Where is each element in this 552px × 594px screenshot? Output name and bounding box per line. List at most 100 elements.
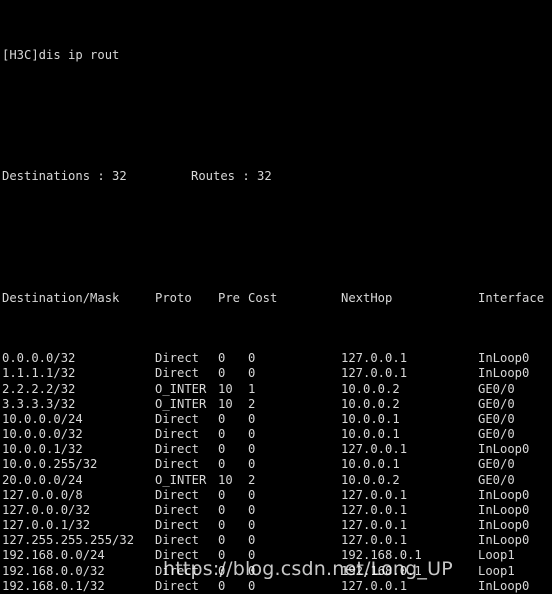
route-destination: 3.3.3.3/32 <box>2 396 76 411</box>
route-cost: 0 <box>248 533 256 548</box>
route-cost: 0 <box>248 366 256 381</box>
route-interface: Loop1 <box>478 563 515 578</box>
route-destination: 10.0.0.255/32 <box>2 457 98 472</box>
route-pre: 0 <box>218 563 226 578</box>
route-destination: 10.0.0.0/24 <box>2 411 83 426</box>
route-nexthop: 10.0.0.2 <box>341 381 400 396</box>
terminal-screen: [H3C]dis ip rout Destinations : 32 Route… <box>2 2 552 594</box>
table-row: 127.255.255.255/32 Direct 0 0 127.0.0.1 InLoo… <box>2 533 552 548</box>
route-cost: 1 <box>248 381 256 396</box>
route-destination: 0.0.0.0/32 <box>2 351 76 366</box>
route-destination: 127.255.255.255/32 <box>2 533 135 548</box>
header-cost: Cost <box>248 290 278 305</box>
destinations-count: Destinations : 32 <box>2 169 127 184</box>
route-interface: InLoop0 <box>478 533 530 548</box>
routing-table-body: 0.0.0.0/32 Direct 0 0 127.0.0.1 InLoop0 1.1.1.… <box>2 351 552 594</box>
table-row: 192.168.0.1/32 Direct 0 0 127.0.0.1 InLoop0 <box>2 579 552 594</box>
route-proto: Direct <box>155 442 200 457</box>
route-proto: O_INTER <box>155 381 207 396</box>
table-row: 127.0.0.0/32 Direct 0 0 127.0.0.1 InLoop0 <box>2 503 552 518</box>
table-row: 20.0.0.0/24 O_INTER 10 2 10.0.0.2 GE0/0 <box>2 473 552 488</box>
route-pre: 0 <box>218 457 226 472</box>
header-interface: Interface <box>478 290 545 305</box>
route-pre: 0 <box>218 518 226 533</box>
route-interface: InLoop0 <box>478 351 530 366</box>
table-row: 2.2.2.2/32 O_INTER 10 1 10.0.0.2 GE0/0 <box>2 382 552 397</box>
terminal-window[interactable]: [H3C]dis ip rout Destinations : 32 Route… <box>0 0 552 594</box>
route-nexthop: 192.168.0.1 <box>341 563 422 578</box>
route-interface: InLoop0 <box>478 366 530 381</box>
route-proto: Direct <box>155 533 200 548</box>
route-pre: 0 <box>218 351 226 366</box>
route-interface: GE0/0 <box>478 472 515 487</box>
route-nexthop: 127.0.0.1 <box>341 578 408 593</box>
route-destination: 192.168.0.0/32 <box>2 563 105 578</box>
route-proto: Direct <box>155 457 200 472</box>
route-proto: Direct <box>155 502 200 517</box>
header-destination-mask: Destination/Mask <box>2 290 120 305</box>
route-cost: 0 <box>248 563 256 578</box>
route-interface: InLoop0 <box>478 502 530 517</box>
route-pre: 0 <box>218 533 226 548</box>
route-cost: 2 <box>248 472 256 487</box>
route-pre: 0 <box>218 411 226 426</box>
header-proto: Proto <box>155 290 192 305</box>
route-interface: InLoop0 <box>478 578 530 593</box>
route-interface: GE0/0 <box>478 411 515 426</box>
route-proto: Direct <box>155 351 200 366</box>
route-interface: Loop1 <box>478 548 515 563</box>
routes-count: Routes : 32 <box>191 169 272 184</box>
table-row: 0.0.0.0/32 Direct 0 0 127.0.0.1 InLoop0 <box>2 351 552 366</box>
route-pre: 10 <box>218 396 233 411</box>
command-prompt-line: [H3C]dis ip rout <box>2 47 120 62</box>
route-nexthop: 10.0.0.1 <box>341 411 400 426</box>
table-row: 127.0.0.0/8 Direct 0 0 127.0.0.1 InLoop0 <box>2 488 552 503</box>
route-nexthop: 127.0.0.1 <box>341 351 408 366</box>
route-proto: O_INTER <box>155 396 207 411</box>
route-pre: 0 <box>218 502 226 517</box>
route-pre: 0 <box>218 366 226 381</box>
route-destination: 192.168.0.1/32 <box>2 578 105 593</box>
table-row: 10.0.0.0/32 Direct 0 0 10.0.0.1 GE0/0 <box>2 427 552 442</box>
table-row: 10.0.0.0/24 Direct 0 0 10.0.0.1 GE0/0 <box>2 412 552 427</box>
route-cost: 0 <box>248 411 256 426</box>
route-pre: 10 <box>218 381 233 396</box>
route-nexthop: 10.0.0.1 <box>341 427 400 442</box>
route-nexthop: 127.0.0.1 <box>341 366 408 381</box>
route-interface: GE0/0 <box>478 457 515 472</box>
route-destination: 10.0.0.0/32 <box>2 427 83 442</box>
route-interface: GE0/0 <box>478 427 515 442</box>
route-cost: 0 <box>248 351 256 366</box>
table-row: 127.0.0.1/32 Direct 0 0 127.0.0.1 InLoop0 <box>2 518 552 533</box>
route-cost: 0 <box>248 427 256 442</box>
route-pre: 0 <box>218 442 226 457</box>
route-pre: 0 <box>218 548 226 563</box>
route-nexthop: 10.0.0.2 <box>341 396 400 411</box>
table-row: 10.0.0.1/32 Direct 0 0 127.0.0.1 InLoop0 <box>2 442 552 457</box>
route-nexthop: 127.0.0.1 <box>341 533 408 548</box>
route-proto: Direct <box>155 548 200 563</box>
route-destination: 127.0.0.0/8 <box>2 487 83 502</box>
route-destination: 1.1.1.1/32 <box>2 366 76 381</box>
route-pre: 0 <box>218 427 226 442</box>
header-pre: Pre <box>218 290 241 305</box>
route-nexthop: 127.0.0.1 <box>341 502 408 517</box>
route-interface: InLoop0 <box>478 442 530 457</box>
route-proto: Direct <box>155 518 200 533</box>
table-row: 192.168.0.0/32 Direct 0 0 192.168.0.1 Loop1 <box>2 564 552 579</box>
route-proto: Direct <box>155 578 200 593</box>
route-proto: Direct <box>155 427 200 442</box>
table-row: 10.0.0.255/32 Direct 0 0 10.0.0.1 GE0/0 <box>2 457 552 472</box>
route-cost: 0 <box>248 518 256 533</box>
route-cost: 2 <box>248 396 256 411</box>
route-destination: 2.2.2.2/32 <box>2 381 76 396</box>
route-pre: 0 <box>218 487 226 502</box>
route-destination: 127.0.0.0/32 <box>2 502 91 517</box>
route-proto: Direct <box>155 487 200 502</box>
route-destination: 20.0.0.0/24 <box>2 472 83 487</box>
route-nexthop: 127.0.0.1 <box>341 518 408 533</box>
route-nexthop: 10.0.0.2 <box>341 472 400 487</box>
route-interface: GE0/0 <box>478 396 515 411</box>
route-pre: 10 <box>218 472 233 487</box>
